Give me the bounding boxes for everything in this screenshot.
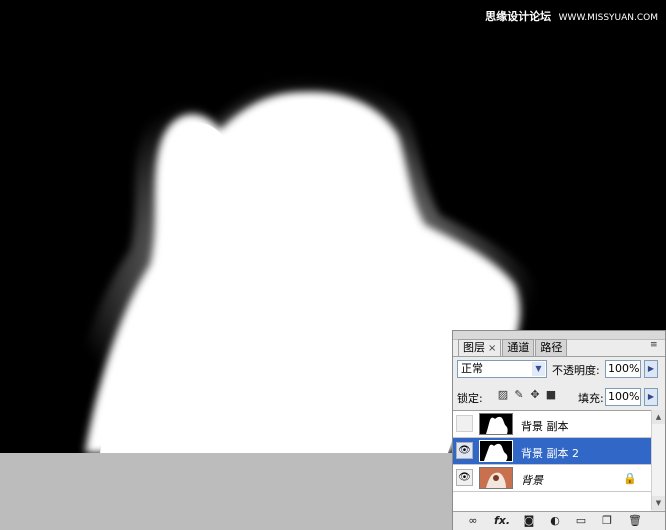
blend-mode-select[interactable]: 正常 ▼ [457,360,547,378]
layer-row[interactable]: 👁 背景 🔒 [453,465,651,492]
chevron-down-icon[interactable]: ▼ [532,362,545,376]
watermark-cn: 思缘设计论坛 [485,10,552,23]
adjustment-icon[interactable]: ◐ [547,513,563,529]
panel-tabs: 图层 × 通道 路径 [458,339,568,356]
trash-icon[interactable]: 🗑 [627,513,643,529]
layer-thumbnail [479,413,513,435]
link-icon[interactable]: ∞ [465,513,481,529]
blend-mode-value: 正常 [461,362,483,375]
fill-label: 填充: [578,392,604,405]
brush-lock-icon[interactable]: ✎ [513,389,525,401]
mask-icon[interactable]: ◙ [521,513,537,529]
tab-channels[interactable]: 通道 [502,339,535,356]
layer-thumbnail [479,440,513,462]
scroll-down-icon[interactable]: ▼ [652,496,665,510]
lock-icon: 🔒 [623,472,637,485]
watermark: 思缘设计论坛 WWW.MISSYUAN.COM [485,8,658,24]
move-lock-icon[interactable]: ✥ [529,389,541,401]
lock-label: 锁定: [457,392,483,405]
fx-icon[interactable]: fx. [491,513,513,529]
eye-icon[interactable]: 👁 [456,442,473,459]
scroll-up-icon[interactable]: ▲ [652,410,665,424]
opacity-slider-button[interactable]: ▶ [644,360,658,378]
layer-name: 背景 副本 2 [521,447,579,460]
layers-panel: ≡ 图层 × 通道 路径 正常 ▼ 不透明度: 100% ▶ 锁定: ▨ ✎ ✥ … [452,330,666,530]
folder-icon[interactable]: ▭ [573,513,589,529]
layer-thumbnail [479,467,513,489]
tab-layers[interactable]: 图层 × [458,339,502,356]
close-icon[interactable]: × [488,343,496,354]
layer-name: 背景 副本 [521,420,569,433]
watermark-url: WWW.MISSYUAN.COM [558,13,658,23]
layer-row[interactable]: 👁 背景 副本 2 [453,438,651,465]
layers-list: 背景 副本 👁 背景 副本 2 👁 背景 🔒 [453,410,651,511]
tab-layers-label: 图层 [463,341,485,354]
fill-slider-button[interactable]: ▶ [644,388,658,406]
panel-menu-icon[interactable]: ≡ [650,340,662,350]
layer-name: 背景 [521,474,543,487]
all-lock-icon[interactable]: ■ [545,389,557,401]
transparency-lock-icon[interactable]: ▨ [497,389,509,401]
tabs-divider [453,356,665,357]
panel-footer: ∞ fx. ◙ ◐ ▭ ❐ 🗑 [453,511,665,530]
layers-scrollbar[interactable]: ▲ ▼ [651,410,665,510]
tab-paths[interactable]: 路径 [535,339,568,356]
visibility-toggle[interactable] [456,415,473,432]
fill-field[interactable]: 100% [605,388,641,406]
new-layer-icon[interactable]: ❐ [599,513,615,529]
eye-icon[interactable]: 👁 [456,469,473,486]
opacity-label: 不透明度: [552,364,600,377]
opacity-field[interactable]: 100% [605,360,641,378]
layer-row[interactable]: 背景 副本 [453,411,651,438]
